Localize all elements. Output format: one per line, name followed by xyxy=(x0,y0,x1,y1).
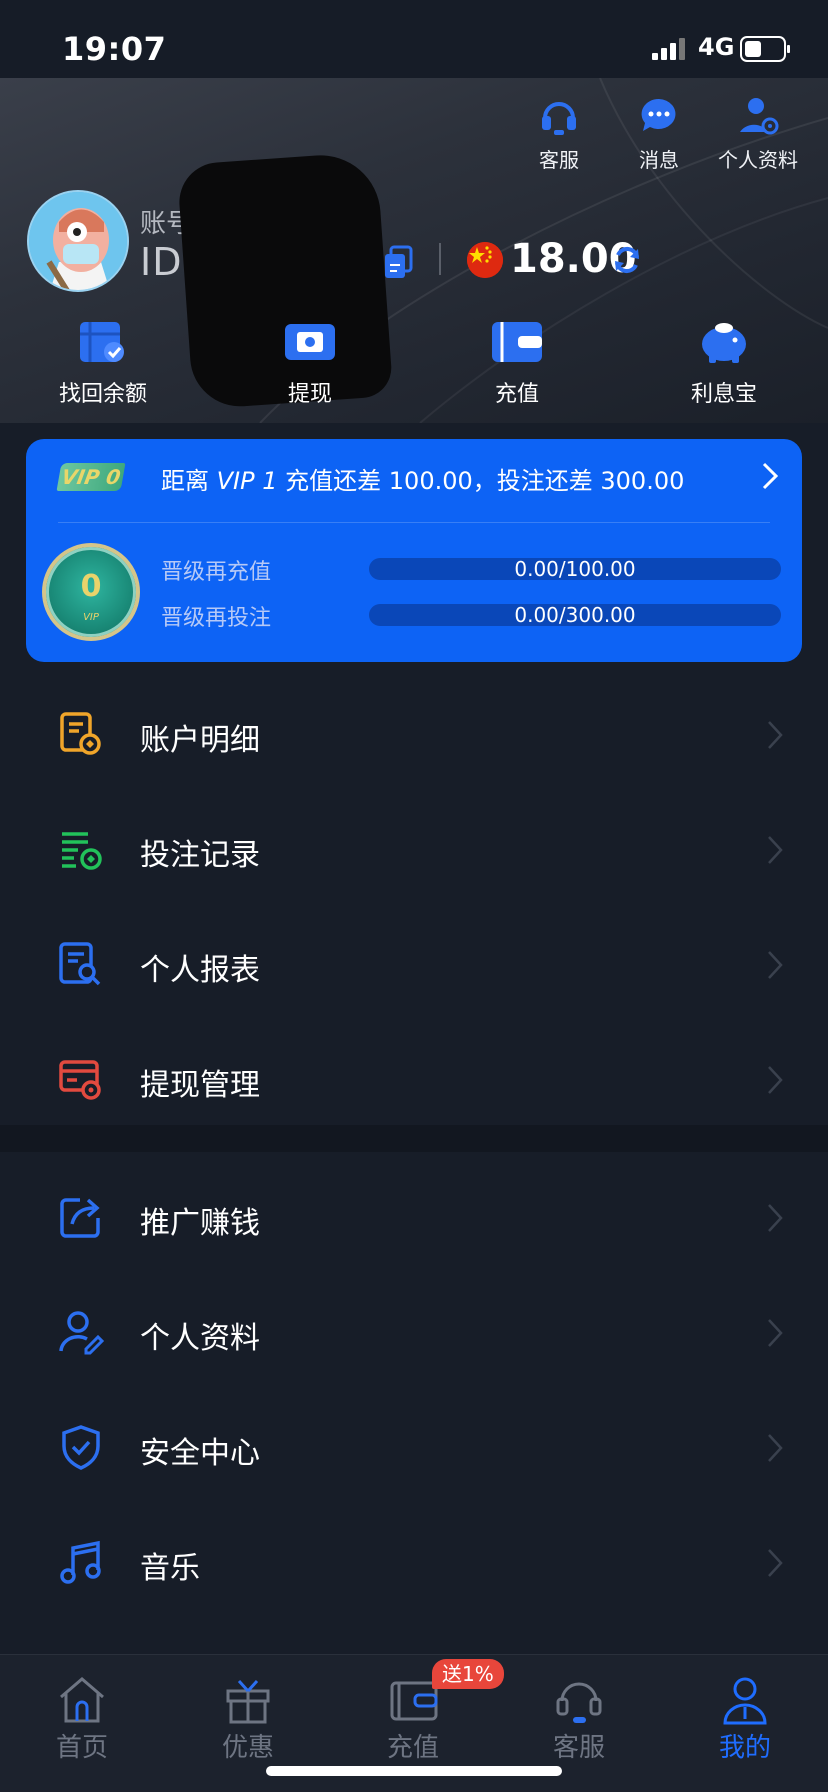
chevron-right-icon xyxy=(768,836,783,864)
menu-label: 账户明细 xyxy=(140,723,260,758)
quick-action-label: 利息宝 xyxy=(690,382,757,407)
avatar-image xyxy=(29,192,127,290)
vip-card[interactable]: VIP 0 距离 VIP 1 充值还差 100.00，投注还差 300.00 0… xyxy=(26,439,802,662)
bet-record-icon xyxy=(62,832,102,870)
signal-icon xyxy=(652,38,685,60)
account-detail-icon xyxy=(60,712,101,755)
piggy-bank-icon xyxy=(702,323,746,363)
menu-music[interactable]: 音乐 xyxy=(0,1505,828,1620)
divider xyxy=(58,522,770,523)
recover-balance-icon xyxy=(80,322,124,362)
withdraw-icon xyxy=(285,324,335,360)
section-divider xyxy=(0,1125,828,1152)
top-link-customer-service[interactable]: 客服 xyxy=(514,94,604,184)
vip-bet-progress: 0.00/300.00 xyxy=(369,604,781,626)
menu-personal-report[interactable]: 个人报表 xyxy=(0,907,828,1022)
vip-progress-message: 距离 VIP 1 充值还差 100.00，投注还差 300.00 xyxy=(161,461,684,496)
chat-bubble-icon xyxy=(641,98,676,131)
headset-icon xyxy=(556,1682,602,1723)
menu-label: 音乐 xyxy=(140,1551,200,1586)
music-icon xyxy=(60,1540,101,1584)
menu-label: 安全中心 xyxy=(140,1436,260,1471)
cn-flag-icon xyxy=(467,242,503,278)
status-time: 19:07 xyxy=(62,30,167,68)
chevron-right-icon xyxy=(768,1434,783,1462)
tab-customer-service[interactable]: 客服 xyxy=(524,1675,634,1764)
battery-icon xyxy=(740,36,790,62)
menu-label: 个人报表 xyxy=(140,953,260,988)
quick-action-label: 提现 xyxy=(287,382,332,407)
quick-action-label: 找回余额 xyxy=(58,382,147,407)
vip-bet-label: 晋级再投注 xyxy=(161,606,272,631)
chevron-right-icon xyxy=(768,1549,783,1577)
vip-medal-text: VIP xyxy=(83,612,99,623)
gift-icon xyxy=(226,1679,270,1724)
top-link-label: 消息 xyxy=(639,148,679,172)
tab-label: 首页 xyxy=(55,1733,108,1763)
status-bar: 19:07 4G xyxy=(0,0,828,78)
profile-icon xyxy=(723,1677,767,1725)
vip-level-badge: VIP 0 xyxy=(56,463,126,491)
vip-recharge-label: 晋级再充值 xyxy=(161,560,272,585)
menu-bet-record[interactable]: 投注记录 xyxy=(0,792,828,907)
account-id: ID xyxy=(140,240,183,284)
home-icon xyxy=(60,1677,104,1723)
vip-message-level: VIP 1 xyxy=(216,467,278,495)
tab-label: 优惠 xyxy=(221,1733,274,1763)
top-link-label: 客服 xyxy=(539,148,579,172)
tab-promotions[interactable]: 优惠 xyxy=(193,1675,303,1764)
copy-icon[interactable] xyxy=(382,245,414,281)
menu-label: 个人资料 xyxy=(140,1321,260,1356)
quick-interest[interactable]: 利息宝 xyxy=(664,318,784,408)
vip-medal-icon: 0 VIP xyxy=(42,543,140,641)
menu-label: 推广赚钱 xyxy=(140,1206,260,1241)
vip-message-suffix: 充值还差 100.00，投注还差 300.00 xyxy=(285,467,685,495)
chevron-right-icon xyxy=(768,951,783,979)
vip-recharge-progress: 0.00/100.00 xyxy=(369,558,781,580)
menu-account-detail[interactable]: 账户明细 xyxy=(0,677,828,792)
divider xyxy=(439,243,441,275)
menu-label: 提现管理 xyxy=(140,1068,260,1103)
top-link-label: 个人资料 xyxy=(718,148,798,172)
user-settings-icon xyxy=(740,98,779,135)
menu-label: 投注记录 xyxy=(140,838,260,873)
menu-profile[interactable]: 个人资料 xyxy=(0,1275,828,1390)
progress-text: 0.00/300.00 xyxy=(514,603,636,627)
chevron-right-icon xyxy=(768,1319,783,1347)
network-type: 4G xyxy=(698,33,735,61)
menu-promote[interactable]: 推广赚钱 xyxy=(0,1160,828,1275)
profile-header: 客服 消息 个人资料 账号 ID 18.00 找回余额 提现 充值 利息宝 xyxy=(0,78,828,423)
menu-withdraw-manage[interactable]: 提现管理 xyxy=(0,1022,828,1137)
vip-medal-level: 0 xyxy=(80,569,102,604)
top-link-profile[interactable]: 个人资料 xyxy=(713,94,803,184)
promo-badge: 送1% xyxy=(432,1659,504,1689)
headset-icon xyxy=(542,102,576,135)
quick-action-label: 充值 xyxy=(494,382,539,407)
tab-label: 充值 xyxy=(386,1733,439,1763)
tab-home[interactable]: 首页 xyxy=(27,1675,137,1764)
user-edit-icon xyxy=(59,1311,104,1355)
shield-icon xyxy=(62,1425,100,1470)
chevron-right-icon xyxy=(768,1066,783,1094)
tab-mine[interactable]: 我的 xyxy=(690,1675,800,1764)
quick-withdraw[interactable]: 提现 xyxy=(250,318,370,408)
home-indicator[interactable] xyxy=(266,1766,562,1776)
menu-security[interactable]: 安全中心 xyxy=(0,1390,828,1505)
vip-message-prefix: 距离 xyxy=(161,467,209,495)
chevron-right-icon xyxy=(768,721,783,749)
tab-label: 我的 xyxy=(718,1733,771,1763)
share-icon xyxy=(60,1198,100,1238)
chevron-right-icon xyxy=(768,1204,783,1232)
tab-label: 客服 xyxy=(552,1733,605,1763)
top-link-messages[interactable]: 消息 xyxy=(614,94,704,184)
avatar[interactable] xyxy=(27,190,129,292)
quick-recharge[interactable]: 充值 xyxy=(457,318,577,408)
report-icon xyxy=(59,942,101,986)
wallet-icon xyxy=(492,322,542,362)
progress-text: 0.00/100.00 xyxy=(514,557,636,581)
quick-recover-balance[interactable]: 找回余额 xyxy=(43,318,163,408)
chevron-right-icon[interactable] xyxy=(760,461,780,491)
refresh-icon[interactable] xyxy=(612,245,642,275)
withdraw-manage-icon xyxy=(59,1060,101,1100)
